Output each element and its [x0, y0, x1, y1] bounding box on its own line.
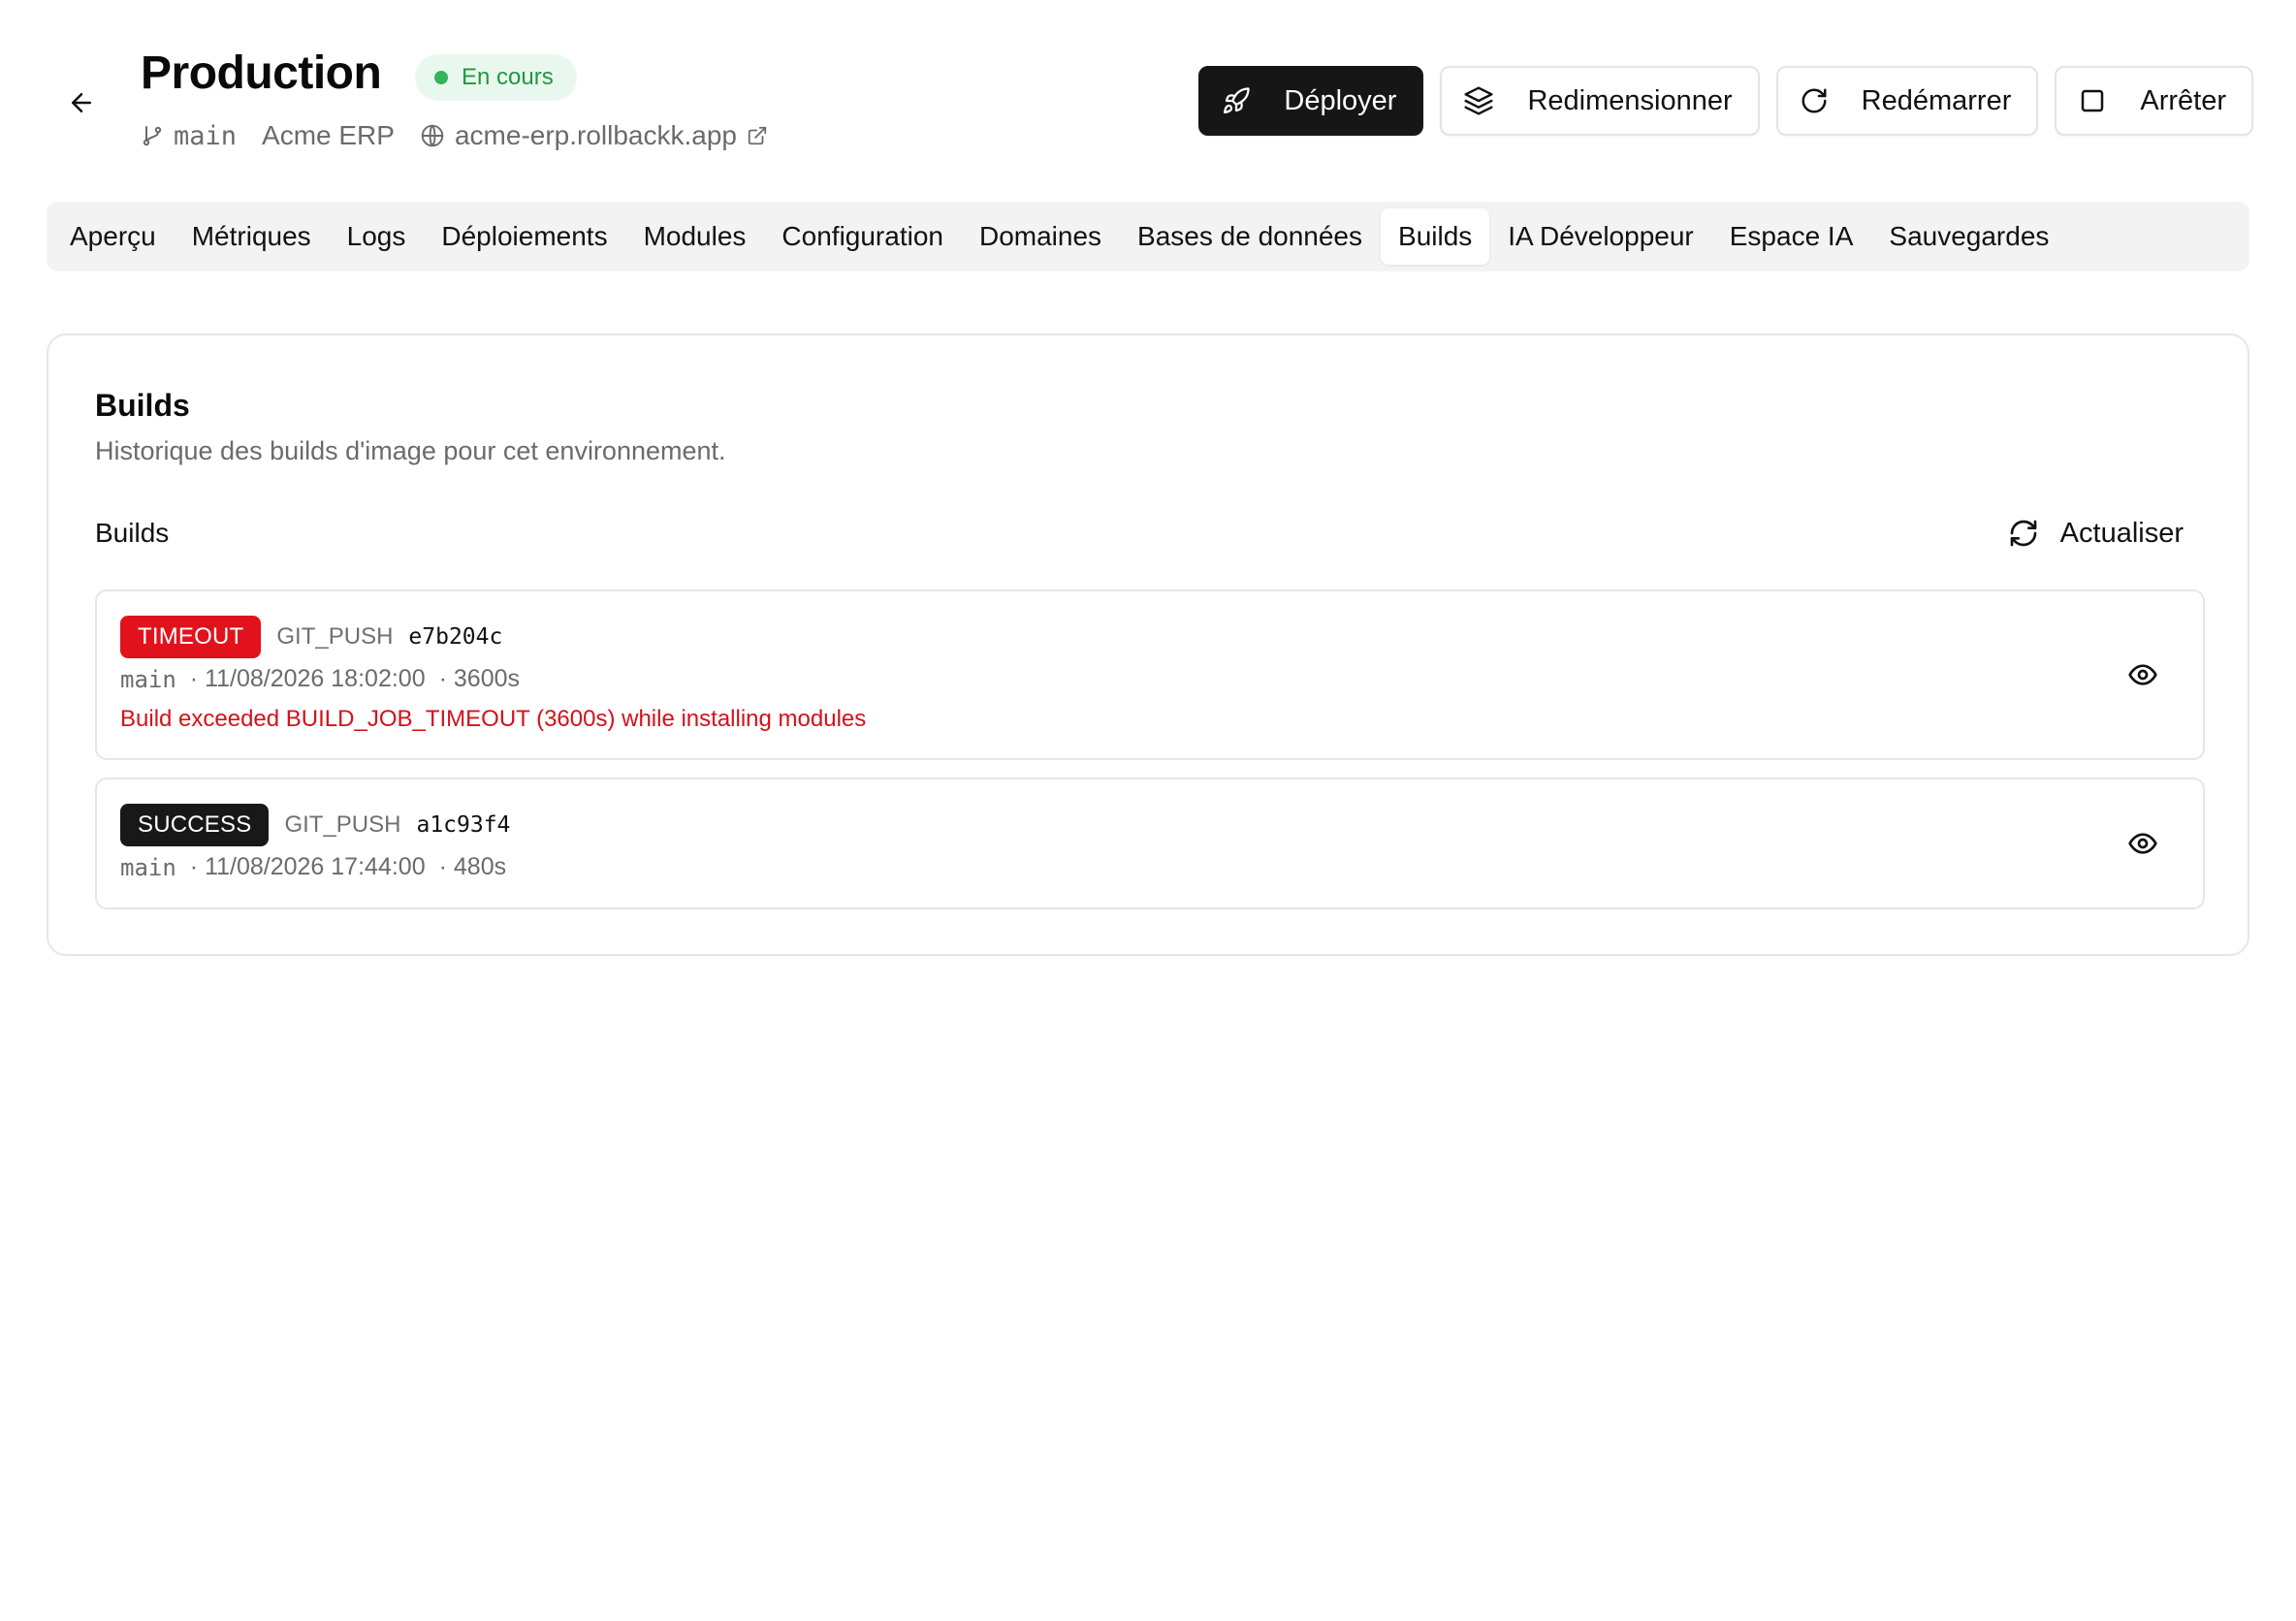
stop-label: Arrêter — [2140, 84, 2226, 116]
tab-ia-developpeur[interactable]: IA Développeur — [1490, 208, 1710, 265]
refresh-label: Actualiser — [2059, 517, 2184, 549]
refresh-button[interactable]: Actualiser — [1989, 506, 2203, 560]
build-date: · 11/08/2026 17:44:00 — [189, 853, 426, 880]
eye-icon — [2128, 833, 2157, 854]
card-description: Historique des builds d'image pour cet e… — [95, 436, 726, 465]
builds-section-label: Builds — [95, 518, 170, 548]
status-badge: En cours — [415, 54, 577, 101]
tab-apercu[interactable]: Aperçu — [52, 208, 174, 265]
page-title: Production — [141, 48, 382, 99]
status-dot-icon — [434, 71, 448, 84]
view-build-button[interactable] — [2123, 655, 2162, 694]
build-trigger: GIT_PUSH — [276, 623, 394, 650]
restart-button[interactable]: Redémarrer — [1775, 66, 2039, 136]
status-label: En cours — [462, 64, 554, 90]
commit-sha: a1c93f4 — [416, 812, 511, 838]
restart-label: Redémarrer — [1861, 84, 2012, 116]
resize-button[interactable]: Redimensionner — [1440, 66, 1760, 136]
project-name: Acme ERP — [262, 120, 395, 151]
build-duration: · 480s — [438, 853, 507, 880]
tab-bar: Aperçu Métriques Logs Déploiements Modul… — [47, 202, 2249, 271]
build-header: SUCCESS GIT_PUSH a1c93f4 — [120, 803, 510, 847]
layers-icon — [1464, 86, 1494, 115]
build-status-badge: SUCCESS — [120, 804, 270, 846]
stop-button[interactable]: Arrêter — [2055, 66, 2253, 136]
tab-builds[interactable]: Builds — [1381, 208, 1490, 265]
view-build-button[interactable] — [2123, 824, 2162, 863]
builds-card: Builds Historique des builds d'image pou… — [47, 334, 2249, 956]
rocket-icon — [1224, 87, 1251, 113]
arrow-left-icon — [72, 93, 91, 112]
build-duration: · 3600s — [438, 665, 520, 692]
domain-link[interactable]: acme-erp.rollbackk.app — [420, 120, 768, 151]
refresh-icon — [2010, 520, 2037, 547]
build-branch: main — [120, 853, 176, 881]
build-date: · 11/08/2026 18:02:00 — [189, 665, 426, 692]
tab-logs[interactable]: Logs — [330, 208, 424, 265]
build-trigger: GIT_PUSH — [284, 811, 401, 838]
deploy-label: Déployer — [1284, 84, 1397, 116]
globe-icon — [421, 124, 444, 147]
domain-label: acme-erp.rollbackk.app — [454, 120, 737, 150]
build-meta: main · 11/08/2026 18:02:00 · 3600s — [120, 665, 520, 693]
tab-metriques[interactable]: Métriques — [175, 208, 329, 265]
external-link-icon — [748, 126, 767, 145]
tab-configuration[interactable]: Configuration — [764, 208, 961, 265]
build-item: SUCCESS GIT_PUSH a1c93f4 main · 11/08/20… — [95, 778, 2205, 909]
commit-sha: e7b204c — [408, 624, 503, 650]
build-meta: main · 11/08/2026 17:44:00 · 480s — [120, 853, 506, 881]
rotate-cw-icon — [1802, 88, 1827, 113]
tab-sauvegardes[interactable]: Sauvegardes — [1871, 208, 2066, 265]
card-title: Builds — [95, 388, 190, 423]
tab-espace-ia[interactable]: Espace IA — [1712, 208, 1871, 265]
build-header: TIMEOUT GIT_PUSH e7b204c — [120, 615, 502, 659]
branch-info: main — [141, 121, 237, 151]
git-branch-icon — [143, 126, 162, 146]
build-item: TIMEOUT GIT_PUSH e7b204c main · 11/08/20… — [95, 589, 2205, 760]
back-button[interactable] — [60, 81, 103, 124]
tab-modules[interactable]: Modules — [626, 208, 764, 265]
environment-actions: Déployer Redimensionner Redémarrer Arrêt… — [1198, 66, 2253, 136]
tab-domaines[interactable]: Domaines — [962, 208, 1119, 265]
project-label: Acme ERP — [262, 120, 395, 150]
build-error-message: Build exceeded BUILD_JOB_TIMEOUT (3600s)… — [120, 706, 867, 732]
build-branch: main — [120, 665, 176, 693]
tab-deploiements[interactable]: Déploiements — [424, 208, 624, 265]
resize-label: Redimensionner — [1527, 84, 1733, 116]
branch-name: main — [174, 120, 238, 151]
environment-meta: main Acme ERP acme-erp.rollbackk.app — [141, 118, 793, 153]
environment-header: Production En cours main Acme ERP acme-e… — [0, 0, 2296, 184]
square-icon — [2082, 89, 2104, 112]
eye-icon — [2128, 664, 2157, 685]
deploy-button[interactable]: Déployer — [1198, 66, 1424, 136]
build-status-badge: TIMEOUT — [120, 616, 262, 658]
tab-bases-de-donnees[interactable]: Bases de données — [1120, 208, 1380, 265]
